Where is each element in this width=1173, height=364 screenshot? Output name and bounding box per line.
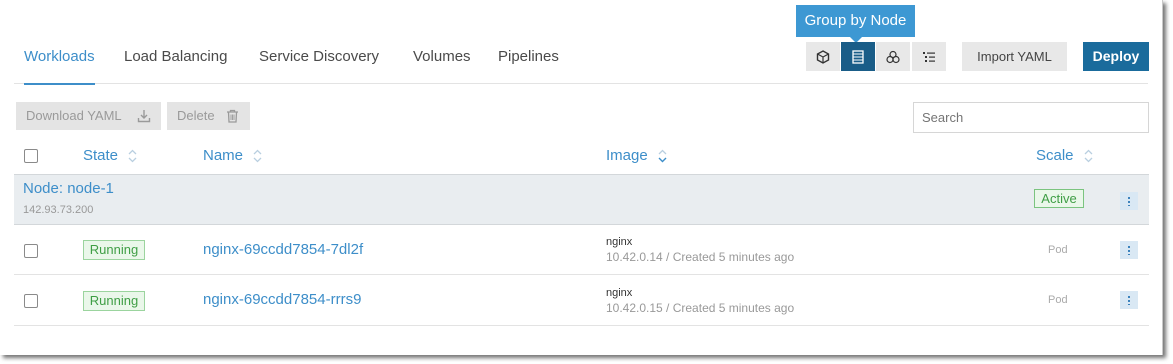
node-status-badge: Active: [1034, 189, 1084, 208]
node-group-title[interactable]: Node: node-1: [23, 180, 114, 197]
header-name[interactable]: Name: [203, 146, 262, 166]
status-badge: Running: [83, 291, 145, 311]
cube-icon: [816, 49, 830, 64]
kebab-icon: [1128, 245, 1130, 255]
group-by-node-tooltip: Group by Node: [796, 5, 915, 43]
cluster-icon: [886, 50, 900, 63]
workload-name-link[interactable]: nginx-69ccdd7854-7dl2f: [203, 241, 363, 258]
node-ip: 142.93.73.200: [23, 204, 94, 216]
row-actions-button[interactable]: [1120, 291, 1138, 309]
workloads-panel: Workloads Load Balancing Service Discove…: [0, 0, 1163, 355]
table-row: Running nginx-69ccdd7854-rrrs9 nginx 10.…: [14, 276, 1149, 326]
tab-service-discovery[interactable]: Service Discovery: [259, 46, 379, 84]
download-yaml-label: Download YAML: [26, 108, 122, 123]
tab-workloads[interactable]: Workloads: [24, 46, 95, 85]
pod-meta: 10.42.0.14 / Created 5 minutes ago: [606, 250, 795, 264]
sort-icon: [253, 149, 262, 163]
scale-value: Pod: [1048, 244, 1068, 256]
row-checkbox[interactable]: [24, 294, 38, 308]
tab-volumes[interactable]: Volumes: [413, 46, 471, 84]
list-icon: [923, 51, 935, 62]
row-checkbox[interactable]: [24, 244, 38, 258]
pod-meta: 10.42.0.15 / Created 5 minutes ago: [606, 301, 795, 315]
tab-pipelines[interactable]: Pipelines: [498, 46, 559, 84]
header-scale-label: Scale: [1036, 147, 1074, 164]
sort-icon: [128, 149, 137, 163]
header-name-label: Name: [203, 147, 244, 164]
delete-button[interactable]: Delete: [167, 102, 250, 130]
deploy-button[interactable]: Deploy: [1083, 42, 1149, 71]
download-yaml-button[interactable]: Download YAML: [16, 102, 161, 130]
trash-icon: [227, 109, 238, 123]
download-icon: [137, 110, 151, 123]
header-state-label: State: [83, 147, 119, 164]
header-state[interactable]: State: [83, 146, 137, 166]
import-yaml-button[interactable]: Import YAML: [962, 42, 1067, 71]
kebab-icon: [1128, 295, 1130, 305]
node-group-row: Node: node-1 142.93.73.200 Active: [14, 174, 1149, 225]
sort-icon: [1084, 149, 1093, 163]
image-name: nginx: [606, 236, 633, 248]
header-scale[interactable]: Scale: [1036, 146, 1093, 166]
group-by-node-button[interactable]: [841, 42, 875, 71]
tab-load-balancing[interactable]: Load Balancing: [124, 46, 227, 84]
group-none-button[interactable]: [806, 42, 840, 71]
kebab-icon: [1128, 196, 1130, 206]
select-all-checkbox[interactable]: [24, 149, 38, 163]
status-badge: Running: [83, 240, 145, 260]
header-image[interactable]: Image: [606, 146, 667, 166]
scale-value: Pod: [1048, 294, 1068, 306]
search-input[interactable]: [913, 102, 1149, 133]
image-name: nginx: [606, 287, 633, 299]
node-actions-button[interactable]: [1120, 192, 1138, 210]
server-icon: [852, 49, 864, 64]
row-actions-button[interactable]: [1120, 241, 1138, 259]
table-row: Running nginx-69ccdd7854-7dl2f nginx 10.…: [14, 225, 1149, 275]
list-view-button[interactable]: [912, 42, 946, 71]
delete-label: Delete: [177, 108, 215, 123]
workload-name-link[interactable]: nginx-69ccdd7854-rrrs9: [203, 291, 361, 308]
header-image-label: Image: [606, 147, 648, 164]
group-by-service-button[interactable]: [876, 42, 910, 71]
sort-icon: [658, 149, 667, 163]
